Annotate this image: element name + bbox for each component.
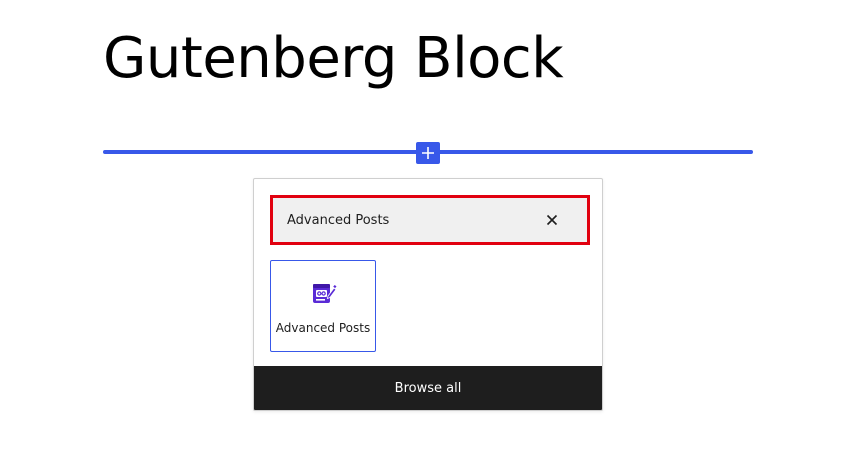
block-result-advanced-posts[interactable]: Advanced Posts <box>270 260 376 352</box>
plus-icon <box>422 147 434 159</box>
block-search <box>270 195 590 245</box>
browse-all-button[interactable]: Browse all <box>254 366 602 410</box>
block-inserter-popover: Advanced Posts Browse all <box>253 178 603 411</box>
block-search-input[interactable] <box>273 198 587 242</box>
clear-search-button[interactable] <box>543 211 561 229</box>
block-inserter-button[interactable] <box>416 142 440 164</box>
block-result-label: Advanced Posts <box>275 321 371 335</box>
page-title[interactable]: Gutenberg Block <box>103 26 564 92</box>
editor-canvas: Gutenberg Block Advanced Posts Advanced … <box>0 0 850 450</box>
close-icon <box>546 214 558 226</box>
advanced-posts-block-icon <box>313 284 337 303</box>
